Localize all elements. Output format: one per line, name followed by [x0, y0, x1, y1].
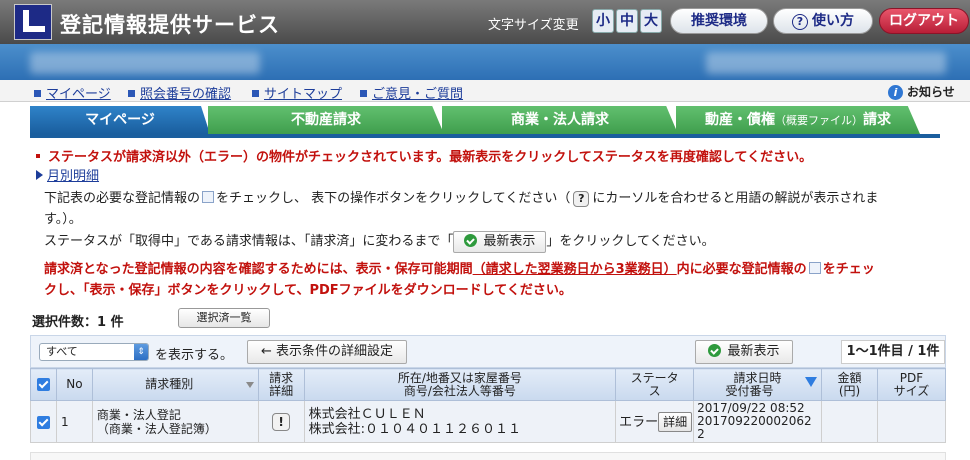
filter-bar: すべて ⇕ を表示する。 ← 表示条件の詳細設定 最新表示 1〜1件目 / 1件	[30, 335, 946, 368]
tab-movables[interactable]: 動産・債権（概要ファイル）請求	[676, 106, 920, 134]
row-checkbox[interactable]	[36, 415, 50, 429]
error-message: ステータスが請求済以外（エラー）の物件がチェックされています。最新表示をクリック…	[36, 146, 812, 165]
help-icon: ?	[792, 14, 808, 30]
notice-link[interactable]: i お知らせ	[888, 83, 955, 100]
square-bullet-icon	[128, 90, 135, 97]
how-to-use-button[interactable]: ? 使い方	[773, 8, 873, 34]
tab-commercial[interactable]: 商業・法人請求	[442, 106, 678, 134]
sort-desc-icon	[805, 376, 818, 387]
selected-list-button[interactable]: 選択済一覧	[178, 308, 270, 328]
table-footer-area	[30, 452, 946, 460]
header-status[interactable]: ステータス	[615, 368, 695, 401]
checkbox-symbol-icon	[808, 262, 821, 274]
sort-icon	[245, 382, 254, 388]
font-size-small-button[interactable]: 小	[592, 9, 614, 33]
square-bullet-icon	[252, 90, 259, 97]
row-pdf	[876, 400, 947, 443]
app-logo	[14, 4, 52, 40]
info-icon: i	[888, 85, 903, 100]
refresh-button[interactable]: 最新表示	[695, 340, 793, 364]
detail-filter-button[interactable]: ← 表示条件の詳細設定	[247, 340, 407, 364]
nav-link-feedback[interactable]: ご意見・ご質問	[360, 83, 463, 102]
logout-button[interactable]: ログアウト	[879, 8, 969, 34]
instruction-line-2: す。）。	[44, 212, 82, 227]
app-header: 登記情報提供サービス 文字サイズ変更 小 中 大 推奨環境 ? 使い方 ログアウト	[0, 0, 970, 44]
app-title: 登記情報提供サービス	[60, 13, 280, 37]
row-amount	[821, 400, 878, 443]
how-to-use-label: 使い方	[812, 13, 854, 29]
display-filter-select[interactable]: すべて ⇕	[39, 343, 149, 361]
table-header-row: No 請求種別 請求 詳細 所在/地番又は家屋番号 商号/会社法人等番号 ステータス…	[30, 368, 947, 401]
header-detail: 請求 詳細	[257, 368, 305, 401]
header-amount: 金額 (円)	[821, 368, 878, 401]
instruction-line-4: 請求済となった登記情報の内容を確認するためには、表示・保存可能期間（請求した翌業…	[44, 262, 875, 277]
select-all-checkbox[interactable]	[36, 378, 50, 391]
filter-suffix: を表示する。	[155, 348, 234, 363]
chevron-updown-icon: ⇕	[134, 344, 148, 360]
font-size-medium-button[interactable]: 中	[616, 9, 638, 33]
exclamation-icon[interactable]: !	[272, 412, 291, 431]
user-info-redacted	[30, 52, 260, 74]
row-detail-cell: !	[257, 400, 305, 443]
font-size-label: 文字サイズ変更	[488, 18, 579, 33]
monthly-statement-link[interactable]: 月別明細	[36, 165, 99, 184]
refresh-icon	[708, 344, 722, 357]
table-row: 1 商業・法人登記 （商業・法人登記簿） ! 株式会社ＣＵＬＥＮ 株式会社:０１０４…	[30, 400, 947, 443]
instruction-line-3: ステータスが「取得中」である請求情報は、「請求済」に変わるまで「 最新表示 」をクリ…	[44, 230, 715, 253]
instruction-line-1: 下記表の必要な登記情報の をチェックし、 表下の操作ボタンをクリックしてください（…	[44, 191, 879, 207]
row-location: 株式会社ＣＵＬＥＮ 株式会社:０１０４０１１２６０１１	[303, 400, 617, 443]
triangle-right-icon	[36, 170, 43, 180]
recommended-env-button[interactable]: 推奨環境	[670, 8, 768, 34]
row-date: 2017/09/22 08:52 201709220002062 2	[693, 400, 823, 443]
bullet-icon	[36, 154, 40, 158]
row-no: 1	[55, 400, 93, 443]
row-type: 商業・法人登記 （商業・法人登記簿）	[91, 400, 259, 443]
row-checkbox-cell[interactable]	[30, 400, 57, 443]
page-indicator: 1〜1件目 / 1件	[841, 340, 945, 364]
tab-underline	[30, 134, 940, 138]
checkbox-symbol-icon	[202, 191, 215, 203]
nav-link-mypage[interactable]: マイページ	[34, 83, 111, 102]
font-size-large-button[interactable]: 大	[640, 9, 662, 33]
square-bullet-icon	[360, 90, 367, 97]
header-pdf: PDF サイズ	[876, 368, 947, 401]
global-nav: マイページ 照会番号の確認 サイトマップ ご意見・ご質問 i お知らせ	[0, 80, 970, 102]
row-status: エラー 詳細	[615, 400, 695, 443]
instruction-line-5: クし、「表示・保存」ボタンをクリックして、PDFファイルをダウンロードしてくださ…	[44, 283, 572, 298]
header-location[interactable]: 所在/地番又は家屋番号 商号/会社法人等番号	[303, 368, 617, 401]
status-detail-button[interactable]: 詳細	[658, 412, 693, 432]
request-table: No 請求種別 請求 詳細 所在/地番又は家屋番号 商号/会社法人等番号 ステータス…	[30, 368, 947, 443]
header-no: No	[55, 368, 93, 401]
header-type[interactable]: 請求種別	[91, 368, 259, 401]
tab-mypage[interactable]: マイページ	[30, 106, 210, 134]
selection-count: 選択件数：1 件	[32, 315, 124, 330]
tab-real-estate[interactable]: 不動産請求	[208, 106, 444, 134]
nav-link-inquiry-number[interactable]: 照会番号の確認	[128, 83, 231, 102]
question-icon: ?	[573, 191, 590, 207]
refresh-icon	[464, 234, 478, 247]
select-all-header[interactable]	[30, 368, 57, 401]
header-date[interactable]: 請求日時 受付番号	[693, 368, 823, 401]
square-bullet-icon	[34, 90, 41, 97]
inline-refresh-button: 最新表示	[453, 231, 547, 253]
account-info-redacted	[706, 52, 946, 74]
nav-link-sitemap[interactable]: サイトマップ	[252, 83, 342, 102]
